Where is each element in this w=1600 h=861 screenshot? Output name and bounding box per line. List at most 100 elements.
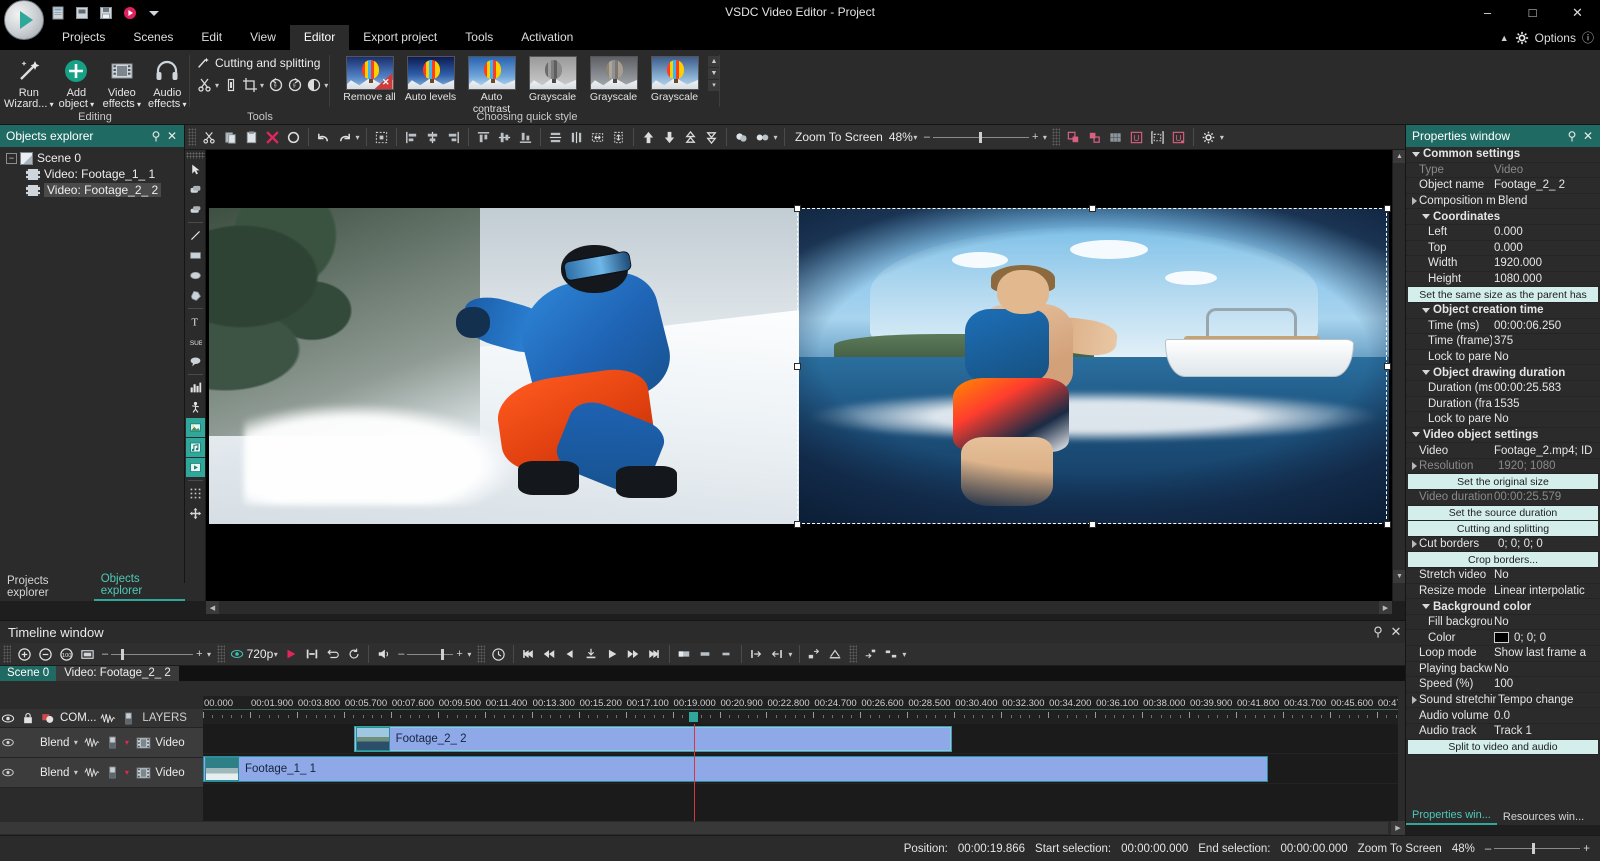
property-button-9[interactable]: Set the same size as the parent has: [1408, 287, 1598, 303]
bounds-icon[interactable]: [1147, 127, 1168, 148]
ripple-move-icon[interactable]: [804, 644, 825, 665]
property-value[interactable]: Footage_2.mp4; ID: [1492, 445, 1600, 457]
add-object-button[interactable]: Add object ▾: [54, 52, 99, 110]
maximize-button[interactable]: □: [1510, 0, 1555, 25]
property-value[interactable]: 00:00:06.250: [1492, 320, 1600, 332]
chevron-down-icon[interactable]: [1422, 370, 1430, 376]
property-row-27[interactable]: Stretch video No: [1406, 568, 1600, 584]
property-row-16[interactable]: Duration (fra 1535: [1406, 397, 1600, 413]
link-clips-icon[interactable]: [860, 644, 881, 665]
chevron-down-icon[interactable]: [1422, 307, 1430, 313]
timecode-icon[interactable]: [488, 644, 509, 665]
timeline-scroll-right-icon[interactable]: ▶: [1391, 821, 1405, 835]
scroll-left-icon[interactable]: ◀: [206, 601, 219, 614]
preview-range-icon[interactable]: [301, 644, 322, 665]
select-all-icon[interactable]: [371, 127, 392, 148]
quick-style-auto-contrast[interactable]: Auto contrast: [462, 53, 521, 115]
property-value[interactable]: No: [1492, 569, 1600, 581]
align-top-icon[interactable]: [473, 127, 494, 148]
property-button-26[interactable]: Crop borders...: [1408, 552, 1598, 569]
rewind-icon[interactable]: [539, 644, 560, 665]
settings-dropdown-icon[interactable]: ▾: [1217, 133, 1226, 142]
property-row-11[interactable]: Time (ms) 00:00:06.250: [1406, 319, 1600, 335]
property-row-32[interactable]: Loop mode Show last frame a: [1406, 646, 1600, 662]
lock-icon[interactable]: [20, 712, 36, 725]
property-value[interactable]: 00:00:25.583: [1492, 382, 1600, 394]
blend-dropdown-icon[interactable]: ▾: [71, 768, 80, 777]
timeline-tab-object[interactable]: Video: Footage_2_ 2: [56, 666, 179, 681]
quick-style-grayscale-3[interactable]: Grayscale: [645, 53, 704, 103]
open-project-icon[interactable]: [74, 5, 90, 21]
timeline-toolbar-grip-3[interactable]: [476, 645, 485, 663]
chevron-right-icon[interactable]: [1412, 696, 1417, 705]
property-value[interactable]: 0.000: [1492, 226, 1600, 238]
property-row-12[interactable]: Time (frame) 375: [1406, 334, 1600, 350]
play-icon[interactable]: [602, 644, 623, 665]
property-value[interactable]: 0; 0; 0: [1492, 632, 1600, 644]
move-tool-icon[interactable]: [186, 504, 205, 523]
crop-dropdown-icon[interactable]: ▾: [258, 81, 265, 90]
preview-canvas[interactable]: [206, 150, 1392, 601]
guides-u-icon[interactable]: U: [1126, 127, 1147, 148]
chevron-down-icon[interactable]: [1412, 432, 1420, 438]
timeline-clip-footage-1[interactable]: Footage_1_ 1: [203, 756, 1268, 782]
waveform-icon[interactable]: [84, 766, 100, 779]
layer-blend-mode-2[interactable]: Blend: [40, 767, 69, 779]
property-button-24[interactable]: Cutting and splitting: [1408, 521, 1598, 537]
snap-clip-icon[interactable]: [825, 644, 846, 665]
redo-icon[interactable]: [334, 127, 355, 148]
property-value[interactable]: No: [1492, 413, 1600, 425]
selection-handle-tc[interactable]: [1089, 205, 1096, 212]
property-value[interactable]: Tempo change: [1496, 694, 1600, 706]
property-button-21[interactable]: Set the original size: [1408, 474, 1598, 491]
visibility-icon[interactable]: [0, 767, 16, 778]
select-none-icon[interactable]: [283, 127, 304, 148]
audio-effects-button[interactable]: Audio effects ▾: [145, 52, 190, 110]
units-icon[interactable]: U: [1168, 127, 1189, 148]
new-project-icon[interactable]: [50, 5, 66, 21]
preview-loop-region-icon[interactable]: [322, 644, 343, 665]
group-dropdown-icon[interactable]: ▾: [771, 133, 780, 142]
chevron-right-icon[interactable]: [1412, 462, 1417, 471]
tab-projects-explorer[interactable]: Projects explorer: [0, 574, 94, 601]
color-swatch[interactable]: [1494, 632, 1509, 644]
property-row-20[interactable]: Resolution 1920; 1080: [1406, 459, 1600, 475]
align-middle-icon[interactable]: [494, 127, 515, 148]
property-value[interactable]: 00:00:25.579: [1492, 491, 1600, 503]
property-row-35[interactable]: Sound stretchin Tempo change: [1406, 693, 1600, 709]
chevron-down-icon[interactable]: [1412, 151, 1420, 157]
chart-tool-icon[interactable]: [186, 378, 205, 397]
selection-handle-ml[interactable]: [794, 363, 801, 370]
preview-loop-icon[interactable]: [343, 644, 364, 665]
property-row-10[interactable]: Object creation time: [1406, 302, 1600, 319]
trim-dropdown-icon[interactable]: ▾: [786, 650, 795, 659]
video-effects-button[interactable]: Video effects ▾: [99, 52, 144, 110]
tab-tools[interactable]: Tools: [451, 25, 507, 50]
preview-horizontal-scrollbar[interactable]: ◀ ▶: [206, 601, 1392, 614]
property-value[interactable]: 1920.000: [1492, 257, 1600, 269]
property-value[interactable]: 0; 0; 0; 0: [1496, 538, 1600, 550]
property-value[interactable]: Blend: [1496, 195, 1600, 207]
close-button[interactable]: ✕: [1555, 0, 1600, 25]
preview-vertical-scrollbar[interactable]: ▲ ▼: [1392, 150, 1406, 601]
selection-handle-bl[interactable]: [794, 521, 801, 528]
property-row-5[interactable]: Left 0.000: [1406, 225, 1600, 241]
settings-gear-icon[interactable]: [1198, 127, 1219, 148]
tree-node-footage-2[interactable]: Video: Footage_2_ 2: [4, 182, 184, 198]
property-value[interactable]: No: [1492, 663, 1600, 675]
tab-activation[interactable]: Activation: [507, 25, 587, 50]
group-icon[interactable]: [731, 127, 752, 148]
undo-icon[interactable]: [313, 127, 334, 148]
tab-properties-window[interactable]: Properties win...: [1406, 808, 1497, 825]
tab-editor[interactable]: Editor: [289, 25, 350, 50]
opacity-icon[interactable]: [104, 736, 120, 749]
step-back-icon[interactable]: [560, 644, 581, 665]
property-row-34[interactable]: Speed (%) 100: [1406, 677, 1600, 693]
waveform-icon[interactable]: [84, 736, 100, 749]
distribute-horizontal-icon[interactable]: [566, 127, 587, 148]
timeline-zoom-slider[interactable]: – +: [102, 648, 203, 660]
zoom-dropdown-icon[interactable]: ▾: [911, 133, 920, 142]
timeline-cursor-marker[interactable]: [688, 712, 698, 722]
waveform-icon[interactable]: [100, 712, 116, 725]
rotate-left-icon[interactable]: 9: [267, 74, 285, 96]
